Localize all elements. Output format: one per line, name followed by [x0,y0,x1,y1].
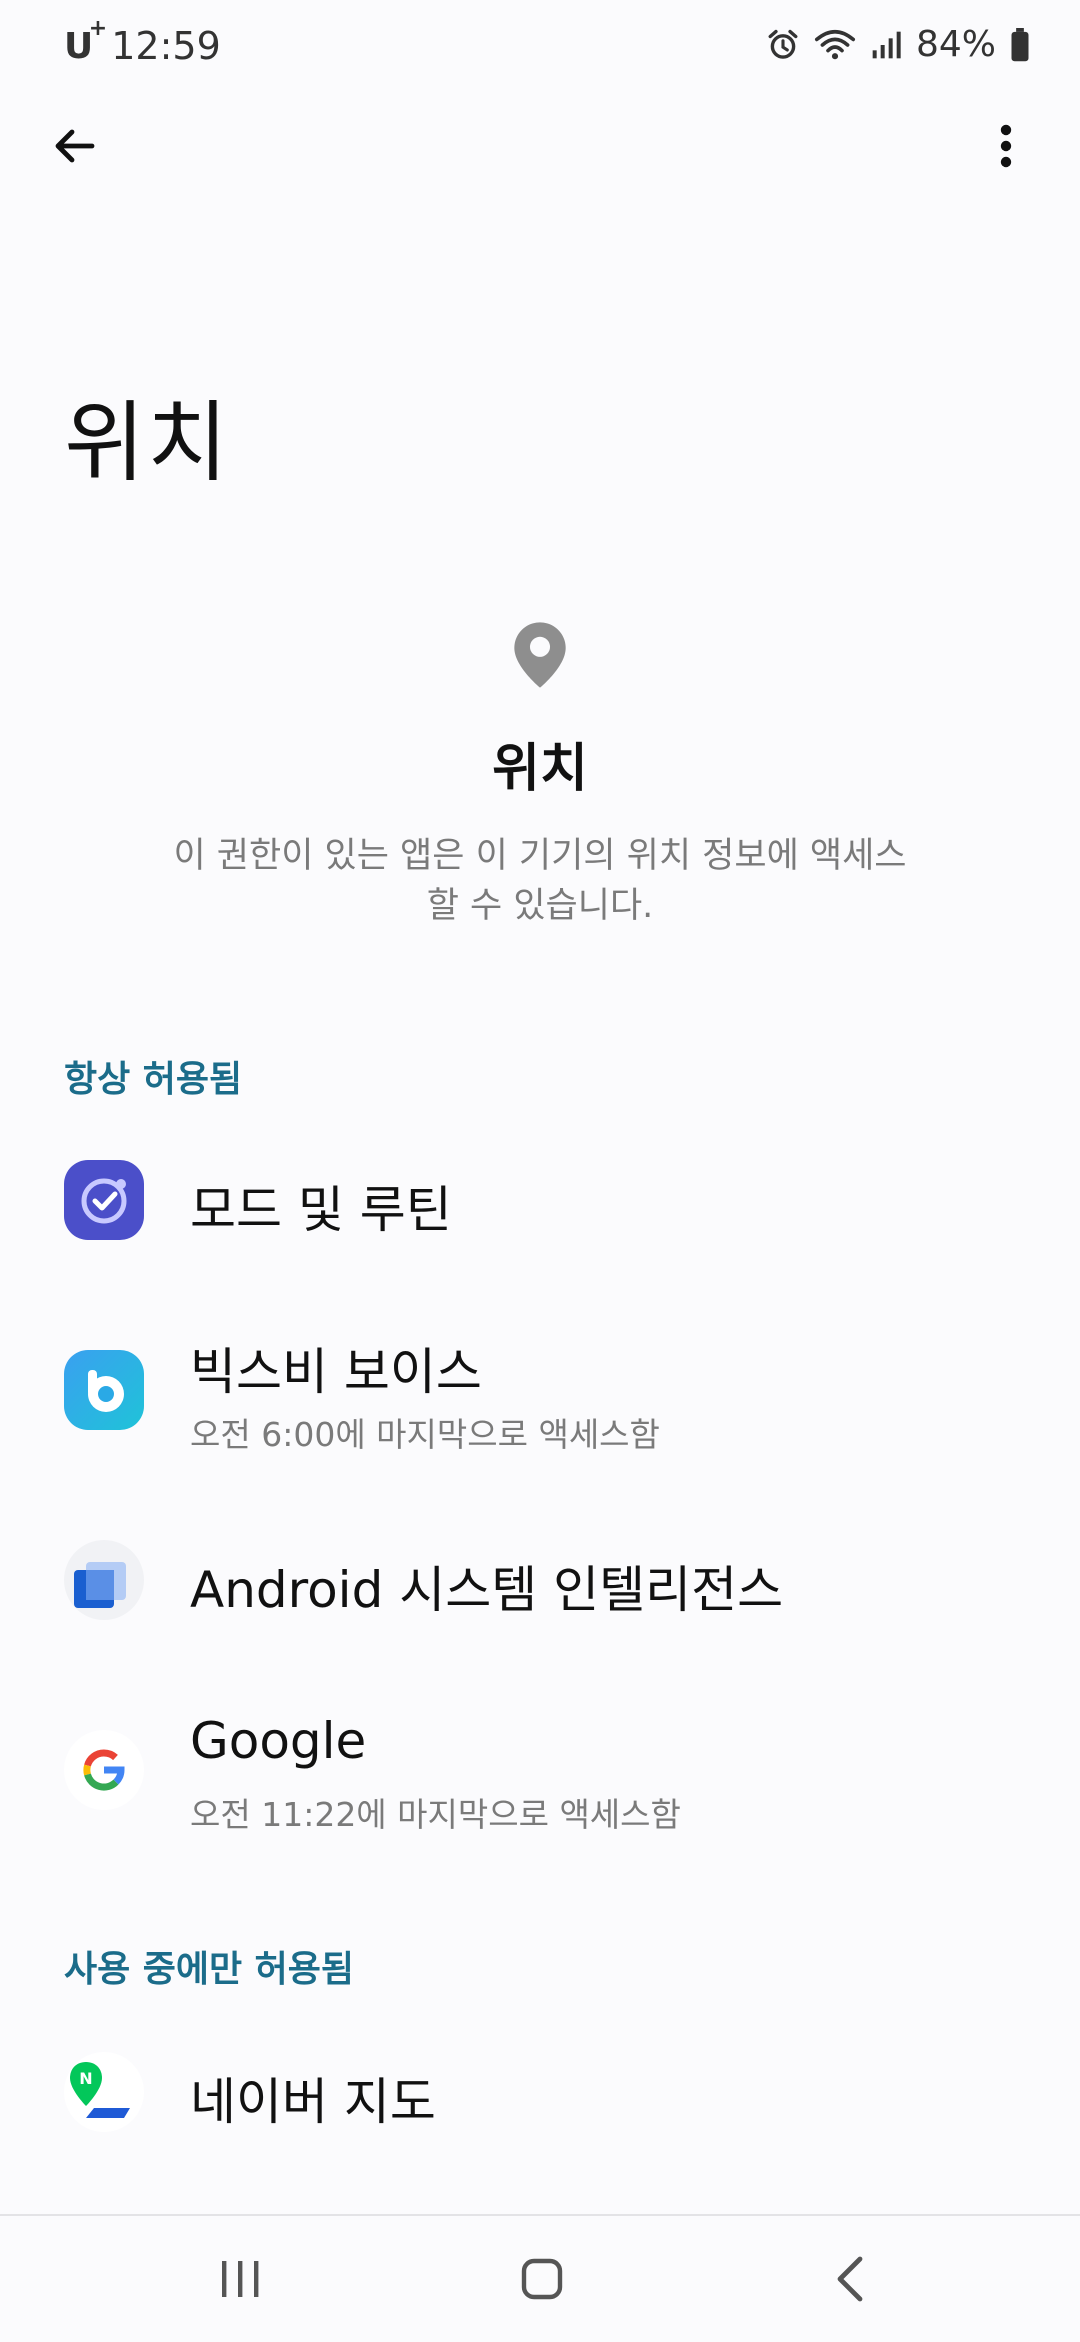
section-header-always-allowed: 항상 허용됨 [64,1059,243,1100]
chevron-left-icon [837,2256,863,2302]
app-item-bixby-voice[interactable]: 빅스비 보이스 오전 6:00에 마지막으로 액세스함 [0,1310,1080,1470]
app-name: 네이버 지도 [190,2073,436,2131]
app-name: 모드 및 루틴 [190,1181,452,1239]
status-bar: U + 12:59 84% [0,0,1080,100]
app-name: 빅스비 보이스 [190,1343,482,1401]
app-item-google[interactable]: Google 오전 11:22에 마지막으로 액세스함 [0,1690,1080,1850]
page-title: 위치 [64,391,230,494]
status-time: 12:59 [111,24,221,68]
permission-description: 이 권한이 있는 앱은 이 기기의 위치 정보에 액세스할 수 있습니다. [173,836,907,926]
permission-title: 위치 [492,739,588,799]
modes-routines-icon [64,1160,144,1240]
app-name: Android 시스템 인텔리전스 [190,1561,784,1619]
permission-header: 위치 이 권한이 있는 앱은 이 기기의 위치 정보에 액세스할 수 있습니다. [0,620,1080,931]
app-last-access: 오전 6:00에 마지막으로 액세스함 [190,1415,660,1454]
wifi-icon [814,29,856,59]
bixby-icon [64,1350,144,1430]
more-vert-icon [1000,124,1012,168]
svg-text:N: N [79,2069,92,2088]
arrow-left-icon [55,129,95,163]
recent-apps-icon [222,2261,259,2297]
app-item-modes-routines[interactable]: 모드 및 루틴 [0,1120,1080,1280]
google-icon [64,1730,144,1810]
app-name: Google [190,1712,367,1770]
navigation-bar [0,2214,1080,2342]
signal-icon [872,31,901,58]
alarm-icon [768,29,798,59]
back-button[interactable] [26,98,122,194]
battery-percent: 84% [915,24,996,65]
battery-icon [1011,27,1029,61]
status-right: 84% [766,24,1030,65]
android-system-intelligence-icon [64,1540,144,1620]
recent-apps-button[interactable] [180,2234,300,2324]
app-item-naver-map[interactable]: N 네이버 지도 [0,2012,1080,2172]
home-button[interactable] [482,2234,602,2324]
section-header-while-in-use: 사용 중에만 허용됨 [64,1949,355,1990]
naver-map-icon: N [64,2052,144,2132]
nav-back-button[interactable] [790,2234,910,2324]
more-options-button[interactable] [958,98,1054,194]
app-item-android-system-intelligence[interactable]: Android 시스템 인텔리전스 [0,1500,1080,1660]
app-last-access: 오전 11:22에 마지막으로 액세스함 [190,1795,681,1834]
location-pin-icon [514,622,566,688]
status-left: U + 12:59 [64,15,221,69]
home-icon [521,2258,563,2300]
carrier-label: U + [64,15,108,67]
